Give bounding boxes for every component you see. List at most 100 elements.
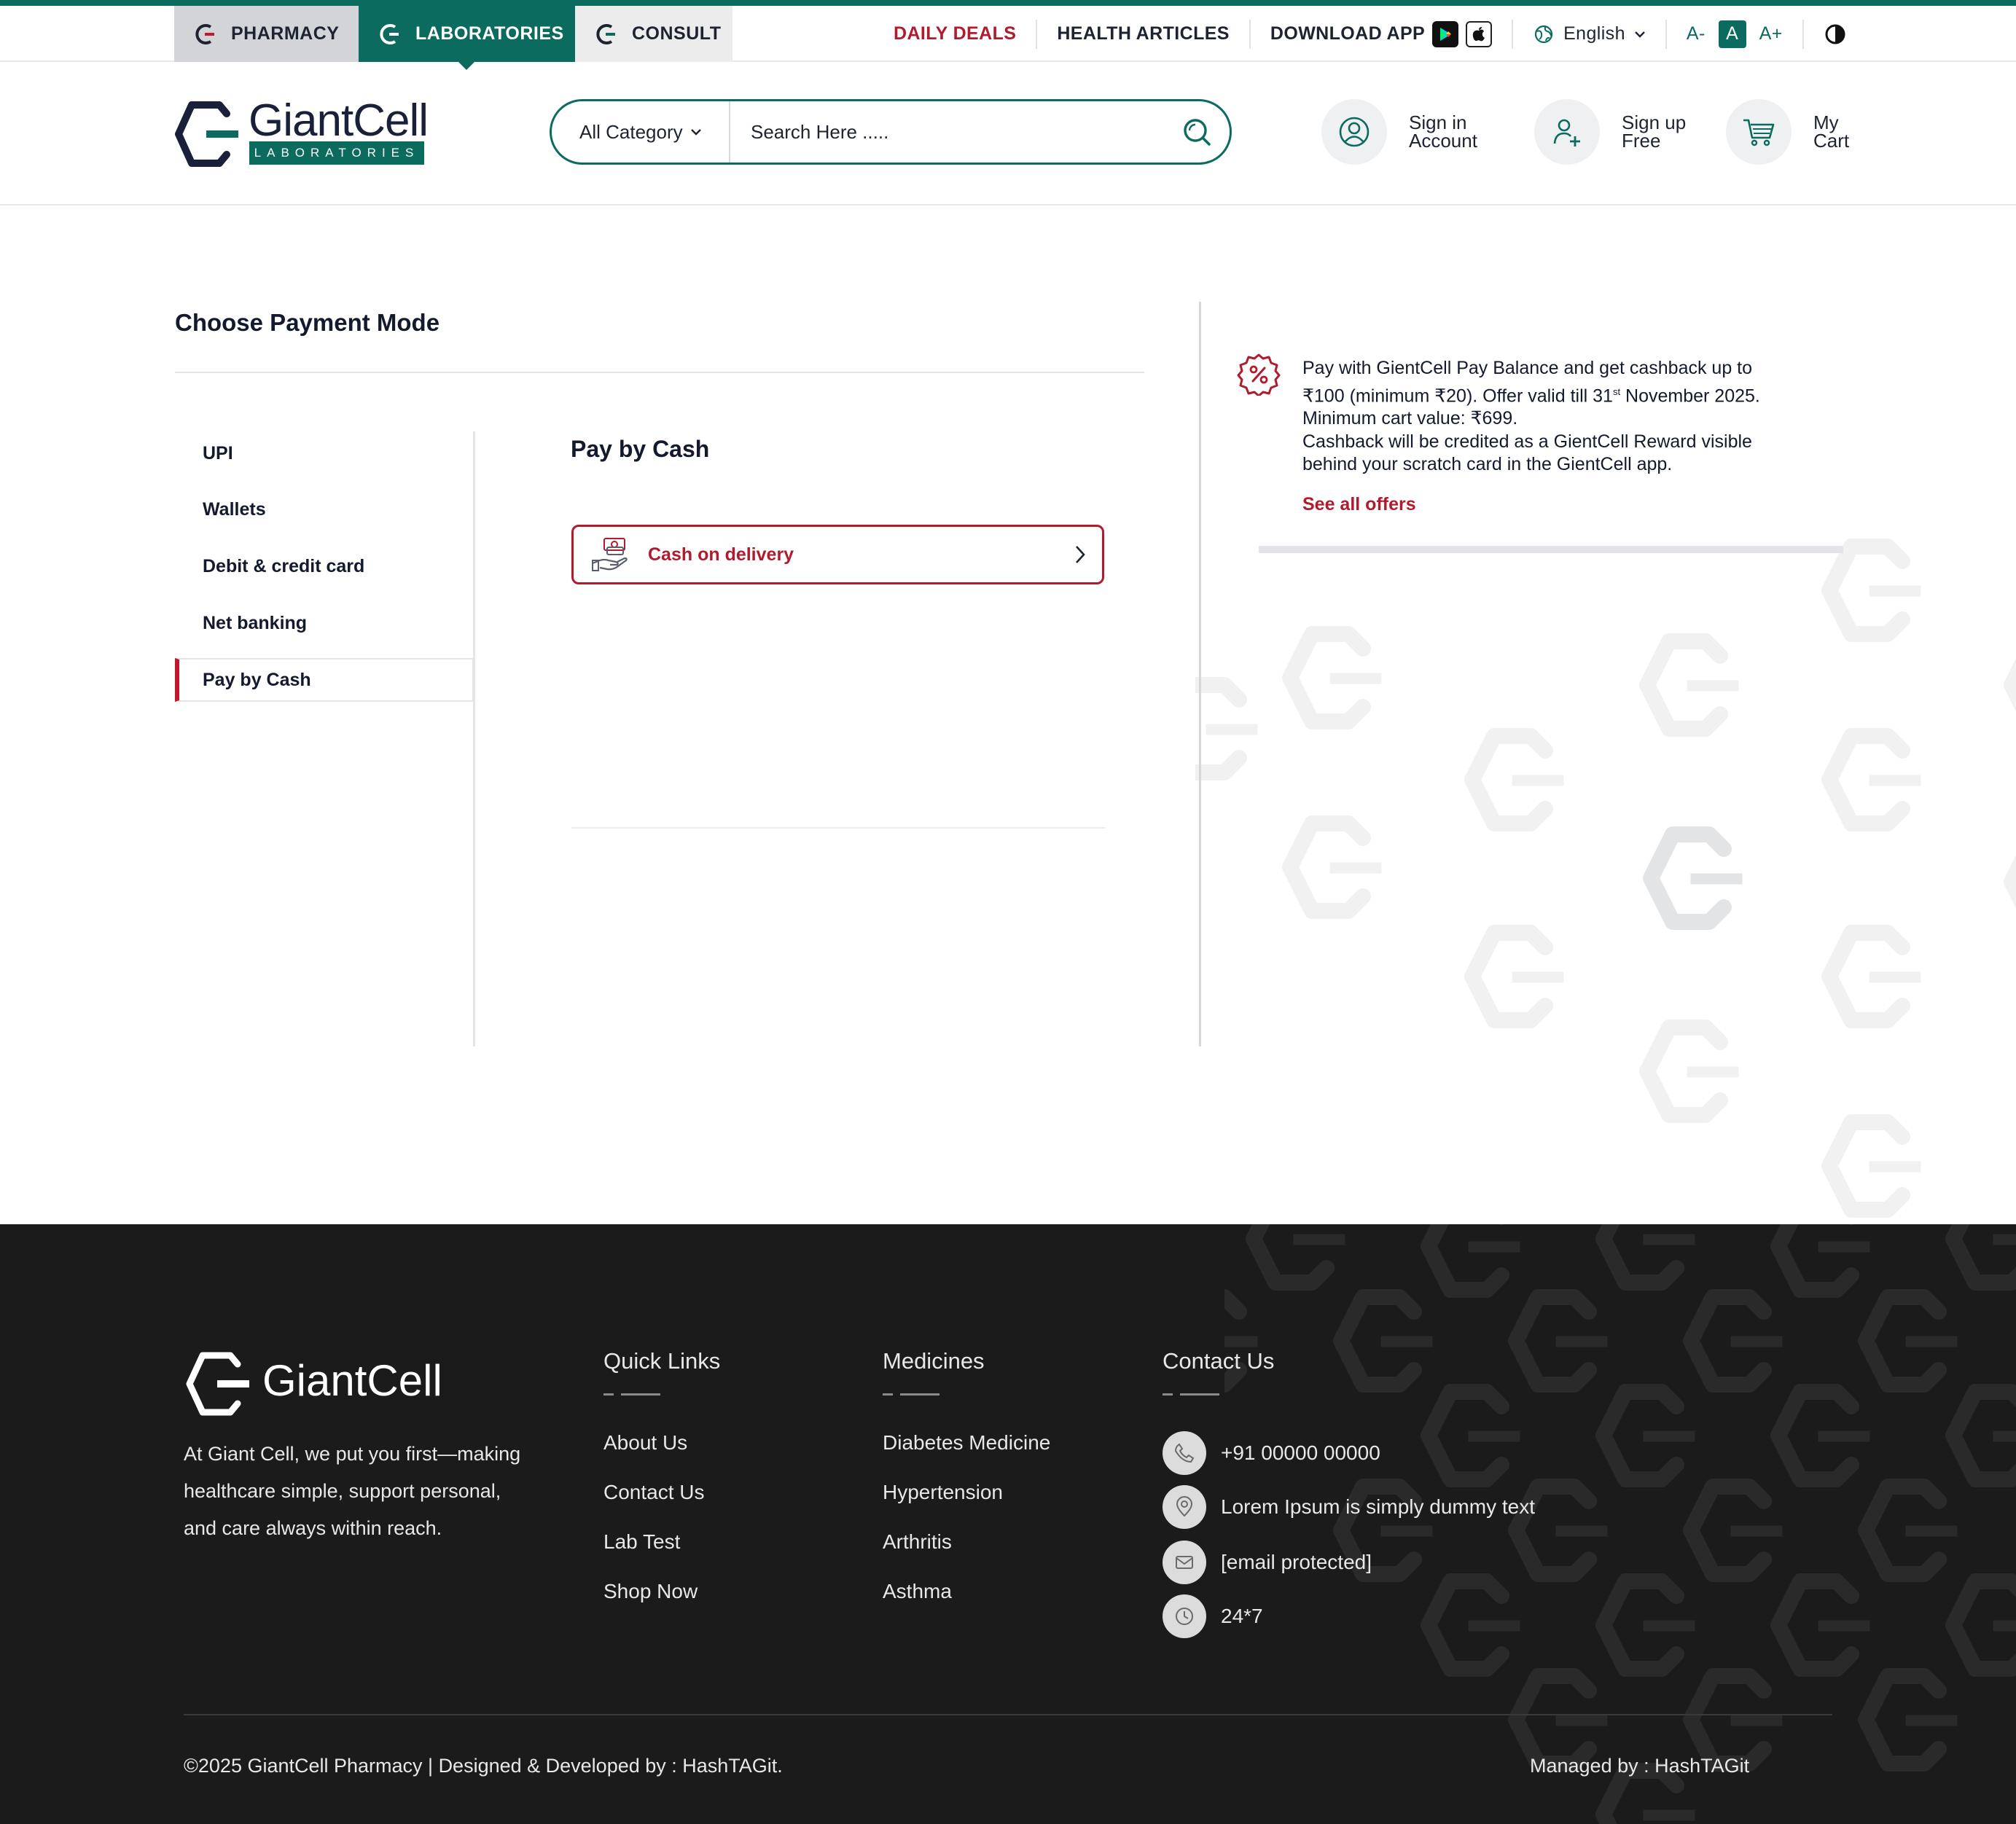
- contrast-icon: [1825, 24, 1845, 44]
- chevron-right-icon: [1058, 544, 1102, 565]
- top-accent-line: [0, 0, 2016, 6]
- column-divider: [1199, 302, 1201, 1046]
- contact-email-text: [email protected]: [1221, 1551, 1372, 1573]
- hexagon-pattern-background: [1195, 525, 2016, 1224]
- payment-pane-title: Pay by Cash: [571, 436, 710, 462]
- tab-laboratories-label: LABORATORIES: [415, 23, 564, 44]
- clock-icon: [1163, 1594, 1206, 1638]
- apple-store-icon[interactable]: [1466, 20, 1493, 47]
- quick-links-title: Quick Links: [603, 1348, 721, 1374]
- tab-pharmacy[interactable]: PHARMACY: [174, 6, 359, 62]
- contact-phone[interactable]: +91 00000 00000: [1163, 1431, 1380, 1475]
- search-icon: [1184, 119, 1211, 146]
- search-bar: All Category: [550, 99, 1232, 165]
- contact-hours: 24*7: [1163, 1594, 1263, 1638]
- discount-badge-icon: [1237, 352, 1281, 399]
- contact-email[interactable]: [email protected]: [1163, 1541, 1372, 1584]
- download-app-label: DOWNLOAD APP: [1270, 23, 1426, 44]
- cart-icon-circle: [1726, 99, 1792, 165]
- offer-line-4: Cashback will be credited as a GientCell…: [1302, 431, 1752, 452]
- payment-method-tabs: UPI Wallets Debit & credit card Net bank…: [175, 431, 475, 1046]
- sign-up-button[interactable]: Sign up Free: [1534, 99, 1686, 165]
- footer-link-labtest[interactable]: Lab Test: [603, 1530, 680, 1554]
- footer-link-contact[interactable]: Contact Us: [603, 1481, 705, 1504]
- tab-consult-label: CONSULT: [632, 23, 722, 44]
- payment-tab-wallets[interactable]: Wallets: [175, 488, 474, 531]
- payment-tab-cash[interactable]: Pay by Cash: [175, 658, 474, 702]
- footer-about-line: healthcare simple, support personal,: [184, 1480, 501, 1502]
- logo-name: GiantCell: [249, 95, 429, 146]
- quick-links-column: Quick Links About Us Contact Us Lab Test…: [603, 1348, 721, 1602]
- heading-underline: [883, 1393, 939, 1396]
- see-all-offers-link[interactable]: See all offers: [1302, 494, 1416, 515]
- footer-link-shop[interactable]: Shop Now: [603, 1580, 698, 1603]
- cart-button[interactable]: My Cart: [1726, 99, 1849, 165]
- font-size-controls: A- A A+: [1667, 19, 1804, 49]
- site-logo[interactable]: GiantCell LABORATORIES: [174, 95, 429, 171]
- google-play-icon[interactable]: [1432, 20, 1459, 47]
- tab-consult[interactable]: CONSULT: [575, 6, 732, 62]
- footer-link-diabetes[interactable]: Diabetes Medicine: [883, 1431, 1050, 1455]
- language-selector[interactable]: English: [1513, 19, 1667, 49]
- sign-in-button[interactable]: Sign in Account: [1321, 99, 1477, 165]
- chevron-down-icon: [690, 129, 701, 136]
- sign-in-line2: Account: [1409, 130, 1477, 152]
- font-increase-button[interactable]: A+: [1759, 23, 1783, 44]
- pane-divider: [571, 827, 1106, 829]
- footer-managed-by: Managed by : HashTAGit: [1530, 1755, 1750, 1777]
- giantcell-mark-icon: [380, 23, 399, 44]
- footer-link-about[interactable]: About Us: [603, 1431, 687, 1455]
- sign-up-line2: Free: [1622, 130, 1661, 152]
- payment-tab-card[interactable]: Debit & credit card: [175, 544, 474, 588]
- health-articles-link[interactable]: HEALTH ARTICLES: [1037, 19, 1251, 49]
- user-icon: [1339, 117, 1370, 147]
- payment-tab-netbanking[interactable]: Net banking: [175, 601, 474, 645]
- download-app: DOWNLOAD APP: [1251, 19, 1514, 49]
- category-label: All Category: [579, 120, 683, 143]
- cash-hand-icon: [592, 538, 628, 571]
- daily-deals-link[interactable]: DAILY DEALS: [875, 19, 1038, 49]
- medicines-title: Medicines: [883, 1348, 985, 1374]
- chevron-down-icon: [1635, 31, 1645, 38]
- site-header: GiantCell LABORATORIES All Category Sign…: [0, 63, 2016, 206]
- cash-on-delivery-option[interactable]: Cash on delivery: [571, 525, 1104, 584]
- cash-on-delivery-label: Cash on delivery: [648, 544, 794, 565]
- footer-link-arthritis[interactable]: Arthritis: [883, 1530, 952, 1554]
- offer-divider: [1259, 546, 1843, 553]
- offer-line-3: Minimum cart value: ₹699.: [1302, 408, 1518, 429]
- footer-about-line: and care always within reach.: [184, 1517, 442, 1539]
- giantcell-logo-icon: [186, 1352, 249, 1416]
- account-icon-circle: [1321, 99, 1387, 165]
- add-user-icon: [1553, 119, 1580, 146]
- contrast-toggle[interactable]: [1804, 20, 1867, 49]
- tab-laboratories[interactable]: LABORATORIES: [359, 6, 575, 62]
- signup-icon-circle: [1534, 99, 1600, 165]
- footer-about-line: At Giant Cell, we put you first—making: [184, 1443, 521, 1465]
- footer-logo[interactable]: GiantCell: [184, 1350, 442, 1422]
- contact-column: Contact Us +91 00000 00000 Lorem Ipsum i…: [1163, 1348, 1535, 1638]
- search-button[interactable]: [1164, 117, 1230, 147]
- search-input[interactable]: [730, 120, 1164, 144]
- heading-underline: [1163, 1393, 1219, 1396]
- giantcell-mark-icon: [195, 23, 214, 44]
- payment-tab-upi[interactable]: UPI: [175, 431, 474, 475]
- top-links: DAILY DEALS HEALTH ARTICLES DOWNLOAD APP…: [875, 6, 1867, 62]
- footer-link-hypertension[interactable]: Hypertension: [883, 1481, 1003, 1504]
- medicines-column: Medicines Diabetes Medicine Hypertension…: [883, 1348, 1050, 1602]
- page-title: Choose Payment Mode: [175, 309, 440, 336]
- footer-copyright: ©2025 GiantCell Pharmacy | Designed & De…: [184, 1755, 783, 1777]
- contact-phone-text: +91 00000 00000: [1221, 1441, 1380, 1464]
- offer-line-5: behind your scratch card in the GientCel…: [1302, 454, 1673, 475]
- category-dropdown[interactable]: All Category: [552, 101, 730, 163]
- footer-divider: [184, 1714, 1832, 1715]
- footer-link-asthma[interactable]: Asthma: [883, 1580, 952, 1603]
- footer-logo-name: GiantCell: [262, 1356, 442, 1405]
- font-default-button[interactable]: A: [1718, 20, 1746, 48]
- contact-address: Lorem Ipsum is simply dummy text: [1163, 1485, 1535, 1529]
- mail-icon: [1163, 1541, 1206, 1584]
- title-divider: [175, 372, 1144, 373]
- logo-subtitle: LABORATORIES: [249, 141, 424, 165]
- font-decrease-button[interactable]: A-: [1687, 23, 1706, 44]
- language-label: English: [1563, 23, 1625, 44]
- offer-description: Pay with GientCell Pay Balance and get c…: [1302, 357, 1864, 477]
